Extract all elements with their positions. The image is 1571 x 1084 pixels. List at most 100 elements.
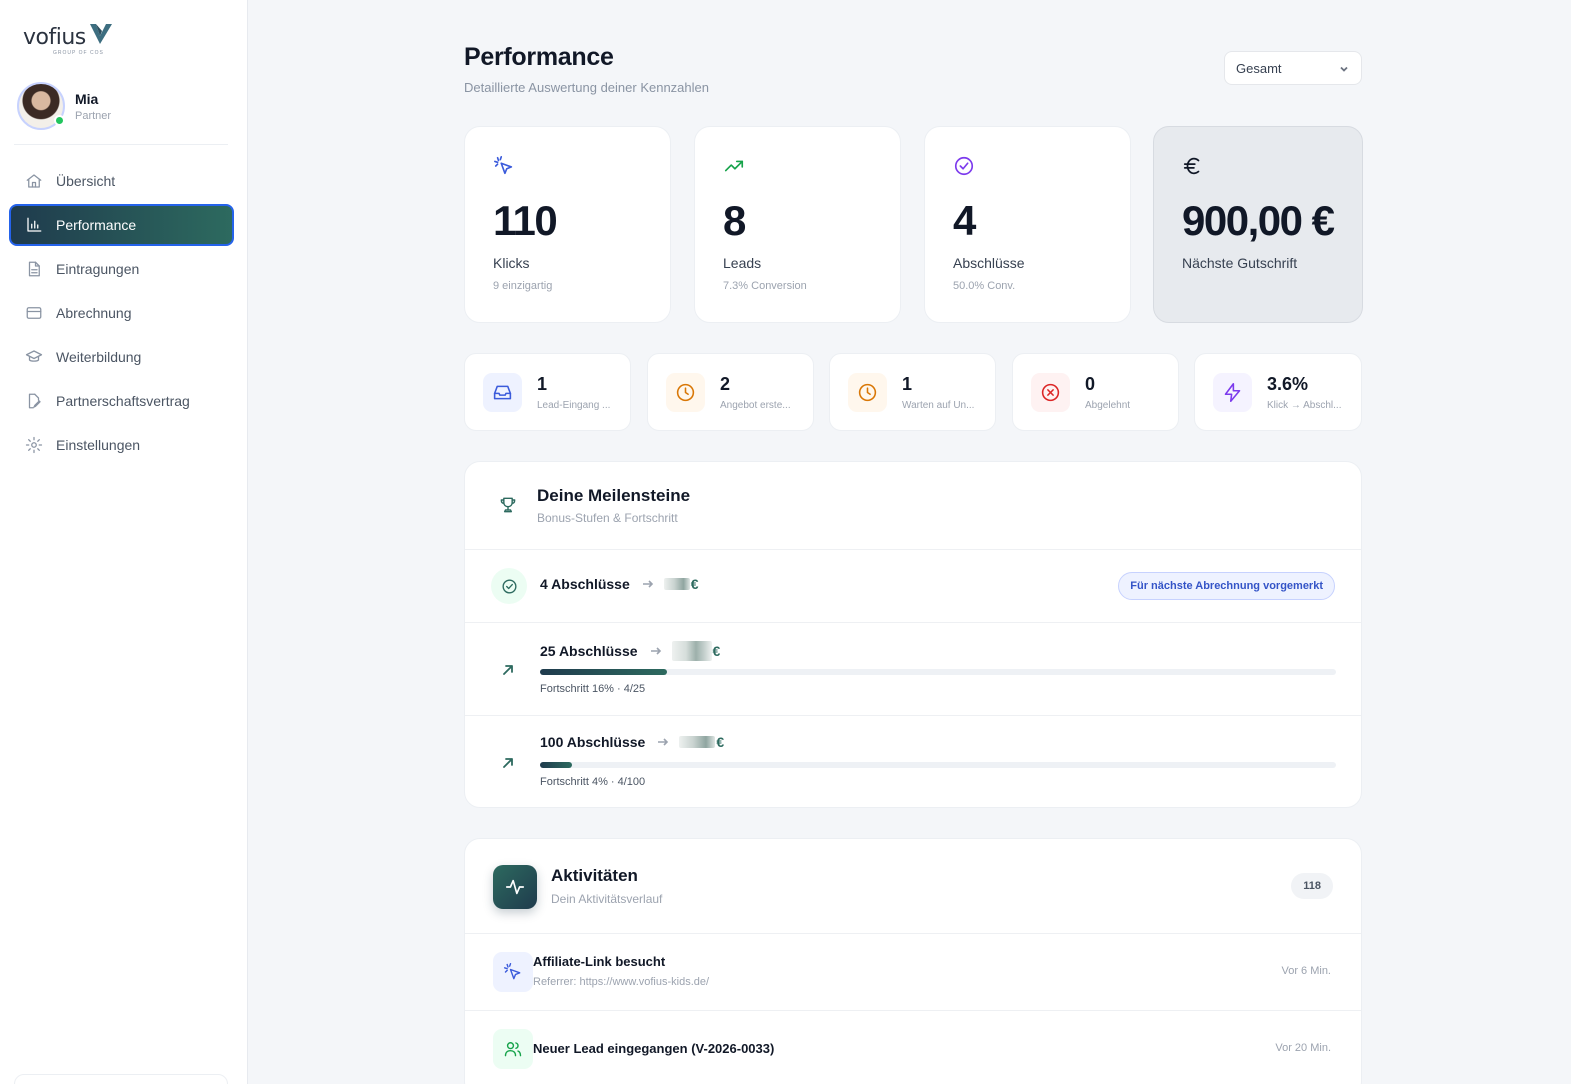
sidebar-item-weiterbildung[interactable]: Weiterbildung — [9, 336, 234, 378]
kpi-card-leads: 8 Leads 7.3% Conversion — [694, 126, 901, 323]
sidebar-item-label: Eintragungen — [56, 261, 140, 277]
credit-card-icon — [26, 307, 42, 319]
online-status-indicator — [54, 115, 65, 126]
activity-icon-box — [493, 865, 537, 909]
brand-tagline: GROUP OF COS — [53, 50, 104, 56]
kpi-sub: 9 einzigartig — [493, 280, 553, 292]
home-icon — [26, 174, 42, 188]
sidebar-item-label: Partnerschaftsvertrag — [56, 393, 190, 409]
arrow-right-icon — [658, 738, 669, 746]
milestone-currency: € — [712, 643, 721, 659]
kpi-value: 110 — [493, 197, 558, 244]
stat-value: 1 — [902, 374, 913, 394]
sidebar-item-uebersicht[interactable]: Übersicht — [9, 160, 234, 202]
cursor-click-icon — [503, 962, 521, 980]
sidebar-item-performance[interactable]: Performance — [9, 204, 234, 246]
kpi-sub: 7.3% Conversion — [723, 280, 807, 292]
avatar[interactable] — [17, 82, 65, 130]
arrow-right-icon — [650, 647, 661, 655]
stat-label: Warten auf Un... — [902, 400, 975, 411]
milestone-currency: € — [690, 576, 699, 592]
stat-card-klick-abschluss[interactable]: 3.6% Klick → Abschl... — [1194, 353, 1362, 431]
sidebar-item-partnerschaftsvertrag[interactable]: Partnerschaftsvertrag — [9, 380, 234, 422]
stat-card-warten[interactable]: 1 Warten auf Un... — [829, 353, 996, 431]
milestone-goal: 100 Abschlüsse — [540, 734, 646, 750]
check-circle-icon — [501, 578, 517, 594]
stat-card-abgelehnt[interactable]: 0 Abgelehnt — [1012, 353, 1179, 431]
x-circle-icon — [1041, 383, 1060, 402]
period-select-value: Gesamt — [1236, 60, 1282, 76]
sidebar-nav: Übersicht Performance Eintragungen Abrec… — [9, 160, 234, 468]
activity-item-time: Vor 6 Min. — [1281, 965, 1331, 977]
sidebar-item-eintragungen[interactable]: Eintragungen — [9, 248, 234, 290]
kpi-card-klicks: 110 Klicks 9 einzigartig — [464, 126, 671, 323]
activities-subtitle: Dein Aktivitätsverlauf — [551, 892, 663, 906]
milestone-reward-redacted — [679, 736, 716, 748]
clock-icon — [858, 383, 877, 402]
kpi-value: 900,00 € — [1182, 197, 1335, 244]
cursor-click-icon — [494, 156, 513, 175]
sidebar-divider — [14, 144, 228, 145]
activities-title: Aktivitäten — [551, 866, 638, 885]
graduation-cap-icon — [25, 350, 43, 362]
milestone-check-badge — [491, 568, 527, 604]
user-name: Mia — [75, 90, 99, 107]
sidebar-footer-card[interactable] — [14, 1074, 228, 1084]
milestone-goal: 4 Abschlüsse — [540, 576, 630, 592]
kpi-value: 8 — [723, 197, 746, 244]
stat-label: Abgelehnt — [1085, 400, 1131, 411]
check-circle-icon — [954, 156, 974, 176]
activities-card: Aktivitäten Dein Aktivitätsverlauf 118 A… — [464, 838, 1362, 1084]
milestones-header: Deine Meilensteine Bonus-Stufen & Fortsc… — [465, 462, 1361, 550]
milestone-row: 25 Abschlüsse € Fortschritt 16% · 4/25 — [465, 623, 1361, 716]
inbox-icon — [493, 385, 512, 400]
user-profile[interactable]: Mia Partner — [17, 82, 111, 130]
users-icon — [504, 1042, 522, 1057]
lightning-icon — [1224, 382, 1241, 403]
milestone-status-badge: Für nächste Abrechnung vorgemerkt — [1118, 572, 1335, 600]
stat-label: Lead-Eingang ... — [537, 400, 611, 411]
sidebar-item-abrechnung[interactable]: Abrechnung — [9, 292, 234, 334]
kpi-sub: 50.0% Conv. — [953, 280, 1016, 292]
milestone-currency: € — [716, 734, 725, 750]
milestone-progress-fill — [540, 669, 668, 675]
sidebar-item-einstellungen[interactable]: Einstellungen — [9, 424, 234, 466]
brand-name: vofius — [23, 25, 86, 50]
chevron-down-icon — [1340, 66, 1348, 72]
sidebar-item-label: Weiterbildung — [56, 349, 142, 365]
milestone-progress-bar — [540, 669, 1336, 675]
activity-item-title: Neuer Lead eingegangen (V-2026-0033) — [533, 1041, 775, 1056]
activity-item-subtitle: Referrer: https://www.vofius-kids.de/ — [533, 976, 710, 988]
page-title: Performance — [464, 43, 614, 71]
milestone-row: 4 Abschlüsse € Für nächste Abrechnung vo… — [465, 550, 1361, 623]
activities-count-badge: 118 — [1291, 873, 1333, 899]
gear-icon — [25, 436, 43, 454]
sidebar-item-label: Einstellungen — [56, 437, 141, 453]
stat-label: Angebot erste... — [720, 400, 791, 411]
euro-icon — [1183, 157, 1200, 175]
stat-icon-box — [666, 373, 705, 412]
activity-pulse-icon — [505, 879, 525, 895]
sidebar-item-label: Übersicht — [56, 173, 116, 189]
kpi-label: Klicks — [493, 255, 530, 271]
stat-icon-box — [483, 373, 522, 412]
stat-card-angebot[interactable]: 2 Angebot erste... — [647, 353, 814, 431]
period-select[interactable]: Gesamt — [1224, 51, 1362, 85]
stat-icon-box — [1213, 373, 1252, 412]
sidebar: vofius GROUP OF COS Mia Partner Übersich… — [0, 0, 248, 1084]
activity-item-title: Affiliate-Link besucht — [533, 954, 666, 969]
milestone-row: 100 Abschlüsse € Fortschritt 4% · 4/100 — [465, 716, 1361, 807]
milestone-progress-bar — [540, 762, 1336, 768]
activity-item-icon-box — [493, 1029, 533, 1069]
sidebar-item-label: Performance — [56, 217, 137, 233]
stat-value: 3.6% — [1267, 374, 1309, 394]
brand-logo[interactable]: vofius GROUP OF COS — [23, 24, 114, 56]
activity-item-time: Vor 20 Min. — [1275, 1042, 1331, 1054]
document-icon — [28, 261, 40, 277]
file-edit-icon — [28, 393, 41, 409]
activity-item[interactable]: Affiliate-Link besucht Referrer: https:/… — [465, 934, 1361, 1011]
activity-item[interactable]: Neuer Lead eingegangen (V-2026-0033) Vor… — [465, 1011, 1361, 1084]
milestones-subtitle: Bonus-Stufen & Fortschritt — [537, 511, 678, 525]
stat-card-lead-eingang[interactable]: 1 Lead-Eingang ... — [464, 353, 631, 431]
milestone-reward-redacted — [671, 641, 712, 661]
